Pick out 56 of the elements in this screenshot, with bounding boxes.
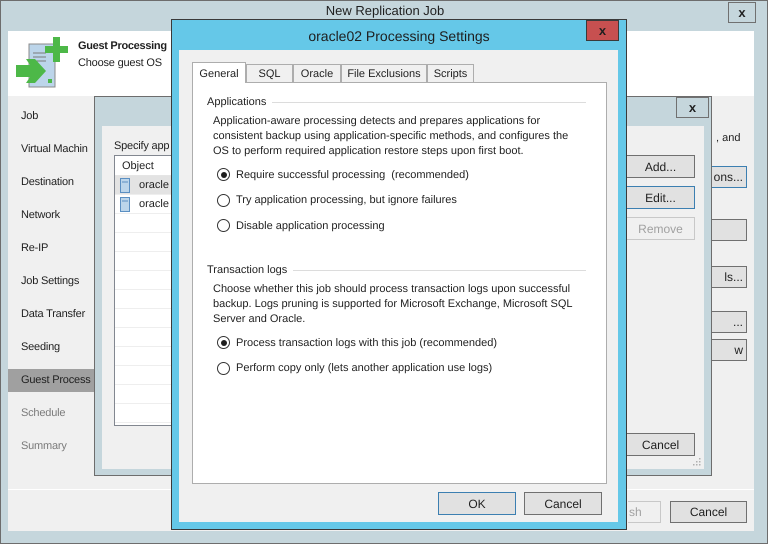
close-button[interactable]: x — [676, 97, 709, 118]
list-row[interactable]: oracle — [115, 176, 171, 195]
wizard-step[interactable]: Seeding — [8, 336, 98, 359]
description-text: Application-aware processing detects and prepares applications for consistent backup using application-specific methods, and configures the OS to perform required application restore steps upon first boot. — [213, 114, 570, 158]
button[interactable] — [710, 219, 747, 241]
radio-button[interactable] — [217, 362, 230, 375]
tab[interactable]: General — [192, 62, 246, 83]
step-title: Guest Processing — [78, 39, 167, 54]
cancel-button[interactable]: Cancel — [524, 492, 602, 515]
radio-label[interactable]: Process transaction logs with this job (recommended) — [236, 334, 498, 351]
button[interactable]: Edit... — [626, 186, 695, 209]
wizard-step[interactable]: Re-IP — [8, 237, 98, 260]
group-title: Applications — [207, 95, 266, 110]
close-button[interactable]: x — [586, 20, 619, 41]
instruction-text: Specify app — [114, 139, 170, 154]
list-row[interactable]: oracle — [115, 195, 171, 214]
description-text: , and — [716, 131, 740, 146]
wizard-step[interactable]: Data Transfer — [8, 303, 98, 326]
group-title: Transaction logs — [207, 263, 288, 278]
radio-button[interactable] — [217, 194, 230, 207]
row-text: oracle — [139, 196, 169, 212]
button[interactable]: Add... — [626, 155, 695, 178]
wizard-step[interactable]: Destination — [8, 171, 98, 194]
radio-button[interactable] — [217, 168, 230, 182]
wizard-step[interactable]: Job Settings — [8, 270, 98, 293]
tab[interactable]: SQL — [246, 64, 293, 83]
tab[interactable]: File Exclusions — [341, 64, 427, 83]
button[interactable]: w — [710, 339, 747, 361]
step-subtitle: Choose guest OS — [78, 56, 162, 71]
row-text: oracle — [139, 178, 169, 193]
server-icon — [120, 196, 130, 212]
radio-label[interactable]: Perform copy only (lets another application use logs) — [236, 360, 492, 376]
description-text: Choose whether this job should process transaction logs upon successful backup. Logs pruning is supported for Microsoft Exchange, Microsoft SQL Server and Oracle. — [213, 282, 574, 326]
close-button[interactable]: x — [728, 2, 756, 23]
cancel-button[interactable]: Cancel — [626, 433, 695, 456]
button[interactable]: ons... — [710, 166, 747, 188]
wizard-step[interactable]: Network — [8, 204, 98, 227]
radio-label[interactable]: Disable application processing — [236, 218, 385, 234]
ok-button[interactable]: OK — [438, 492, 516, 515]
wizard-step[interactable]: Virtual Machin — [8, 138, 98, 161]
document-plus-icon — [14, 37, 68, 89]
window-title: New Replication Job — [326, 3, 444, 18]
tab[interactable]: Oracle — [293, 64, 341, 83]
wizard-step[interactable]: Job — [8, 105, 98, 128]
radio-button[interactable] — [217, 219, 230, 232]
radio-label[interactable]: Try application processing, but ignore failures — [236, 192, 457, 208]
radio-button[interactable] — [217, 336, 230, 350]
button[interactable]: ... — [710, 311, 747, 333]
resize-grip-icon[interactable] — [693, 458, 701, 466]
server-icon — [120, 178, 130, 192]
radio-label[interactable]: Require successful processing (recommended) — [236, 166, 469, 183]
tab[interactable]: Scripts — [427, 64, 474, 83]
dialog-title: oracle02 Processing Settings — [308, 27, 490, 45]
cancel-button[interactable]: Cancel — [670, 501, 747, 523]
column-header[interactable]: Object — [115, 156, 171, 175]
button[interactable]: ls... — [710, 266, 747, 288]
